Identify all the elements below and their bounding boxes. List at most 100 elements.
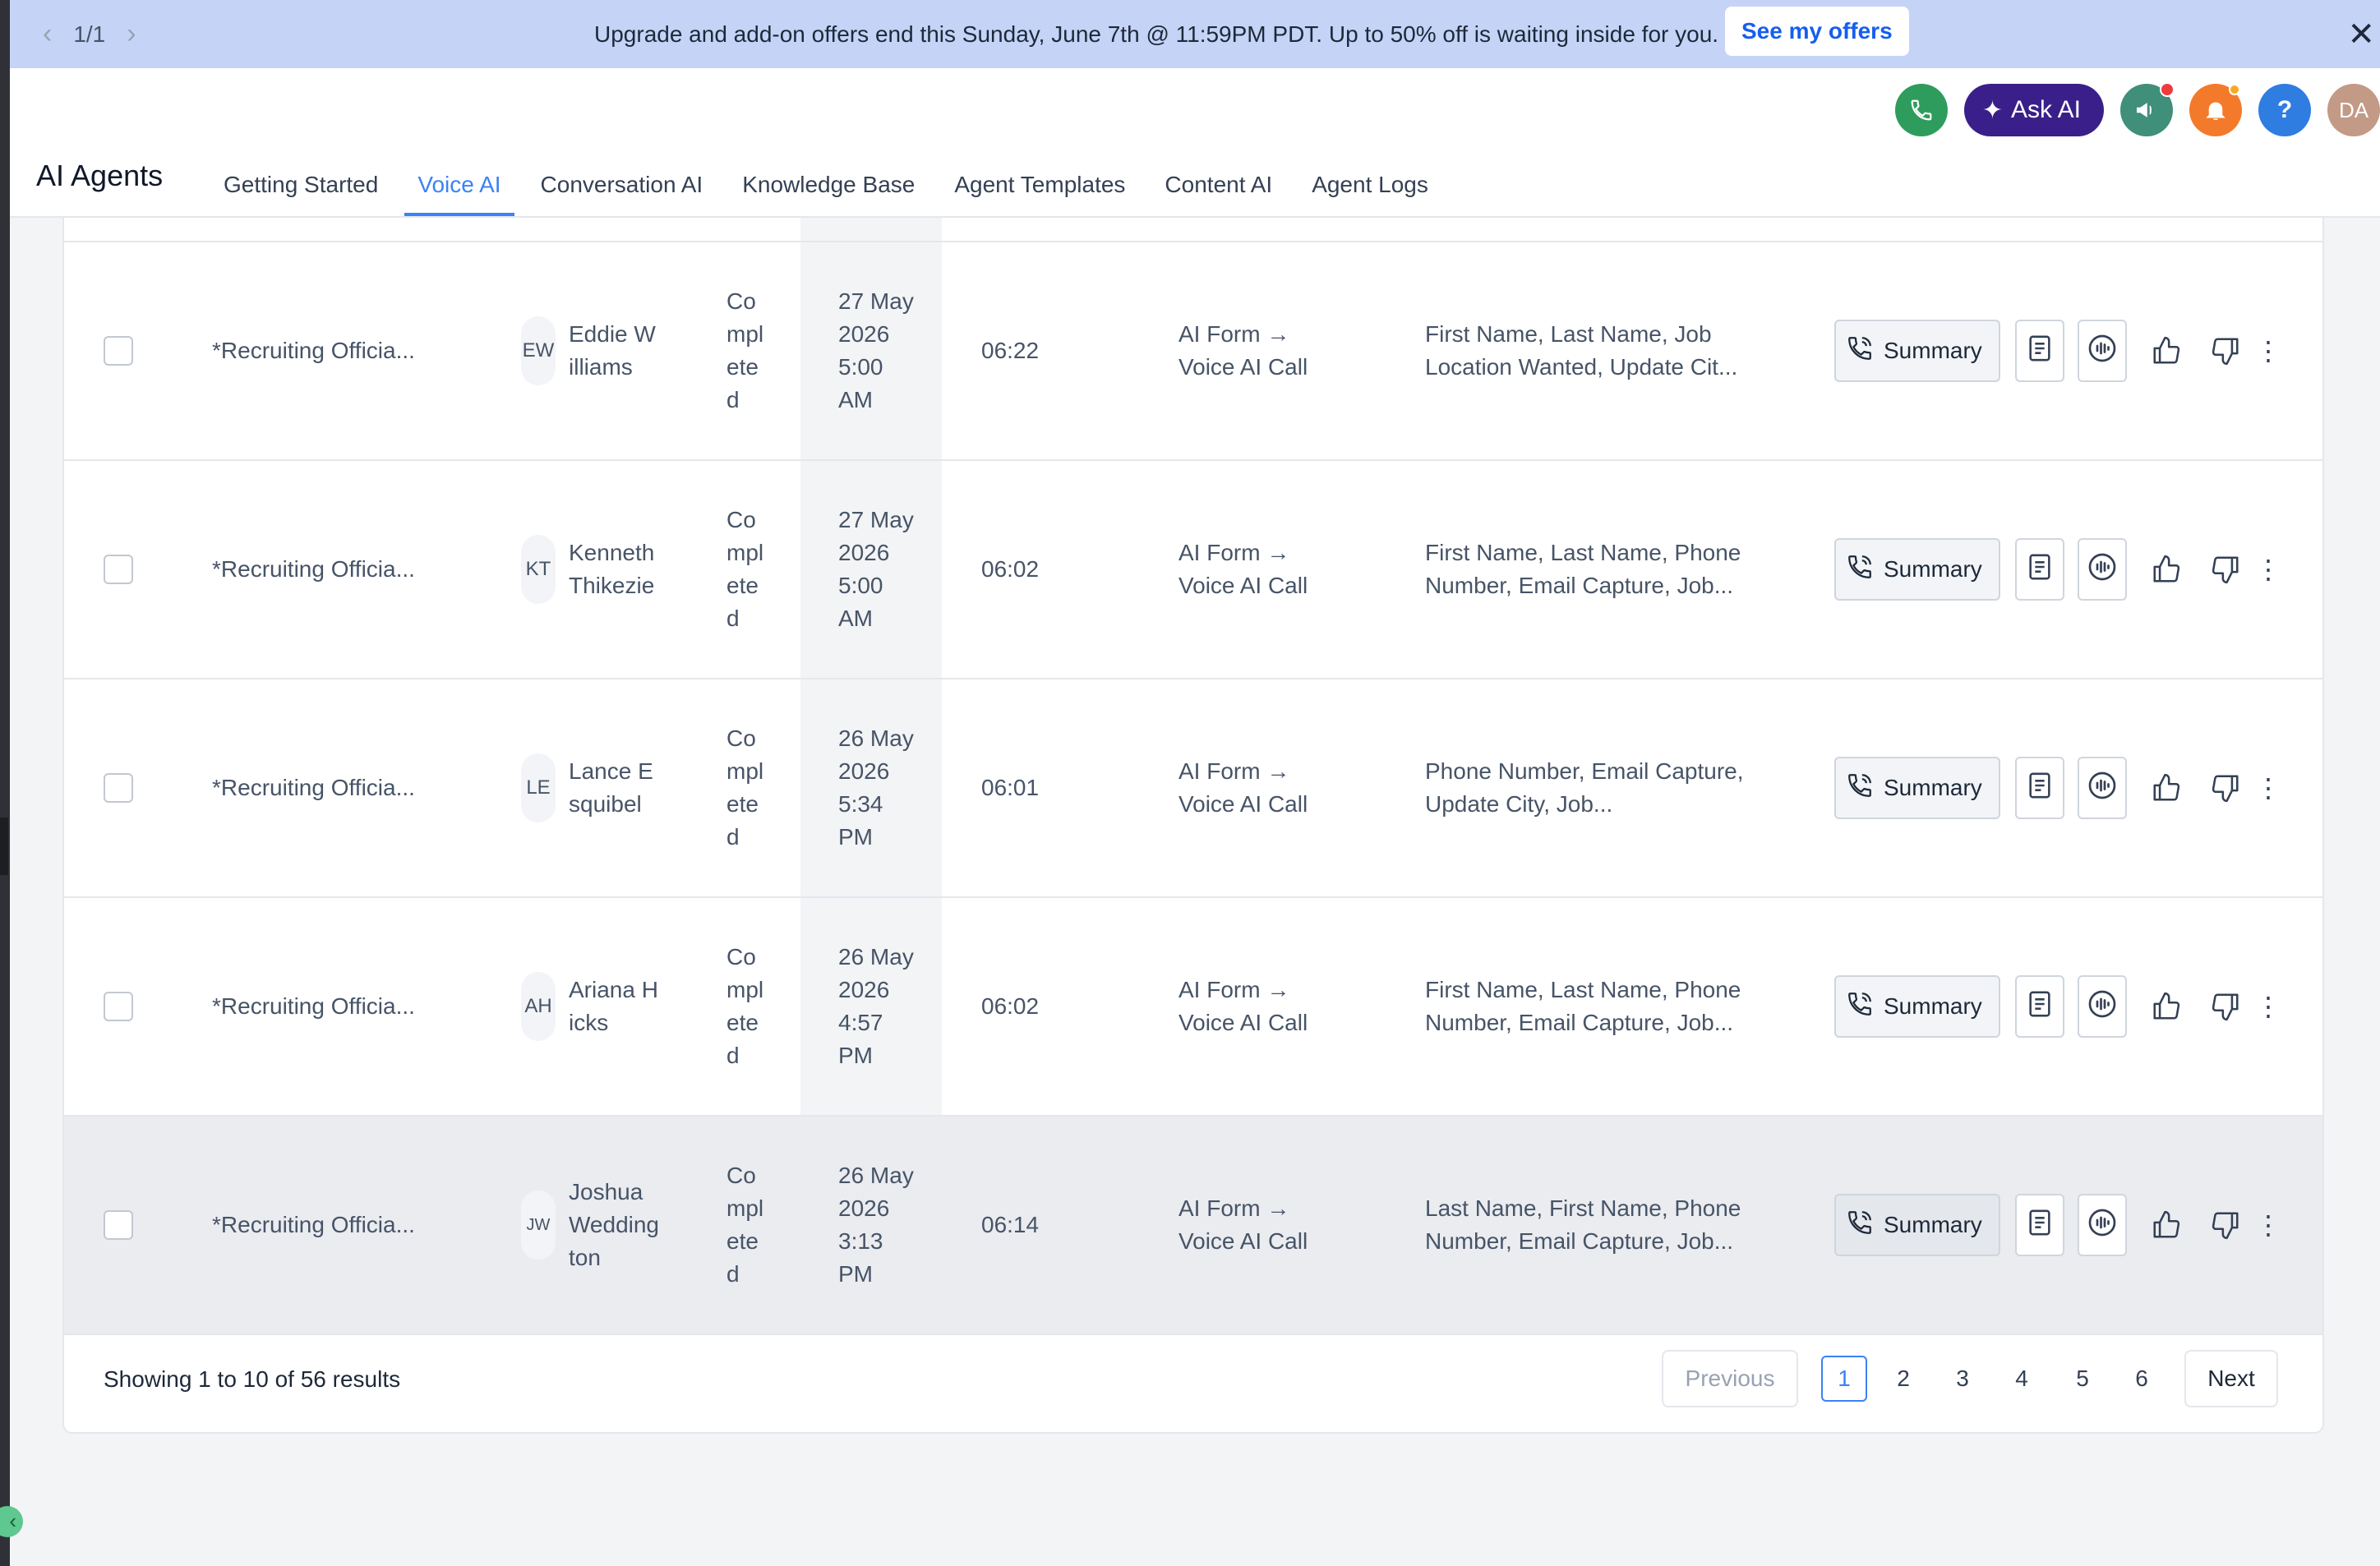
more-options-icon[interactable]: ⋮ — [2255, 338, 2281, 364]
contact-name[interactable]: Joshua Weddington — [569, 1176, 659, 1274]
summary-label: Summary — [1884, 993, 1982, 1019]
left-sidebar-strip — [0, 0, 10, 1566]
thumbs-down-icon[interactable] — [2207, 333, 2244, 369]
summary-button[interactable]: Summary — [1834, 320, 2000, 382]
transcript-button[interactable] — [2015, 538, 2064, 601]
chevron-right-icon[interactable]: › — [127, 18, 136, 50]
contact-avatar: AH — [521, 972, 556, 1041]
summary-button[interactable]: Summary — [1834, 1194, 2000, 1256]
call-duration: 06:01 — [981, 775, 1040, 800]
summary-button[interactable]: Summary — [1834, 538, 2000, 601]
page-6-button[interactable]: 6 — [2119, 1356, 2165, 1402]
tab-getting-started[interactable]: Getting Started — [210, 150, 391, 216]
contact-avatar: KT — [521, 535, 556, 604]
contact-name[interactable]: Ariana Hicks — [569, 974, 659, 1039]
recording-button[interactable] — [2078, 757, 2127, 819]
more-options-icon[interactable]: ⋮ — [2255, 993, 2281, 1020]
ask-ai-label: Ask AI — [2010, 96, 2081, 123]
more-options-icon[interactable]: ⋮ — [2255, 775, 2281, 801]
call-date: 26 May 2026 5:34 PM — [838, 725, 914, 850]
thumbs-down-icon[interactable] — [2207, 551, 2244, 587]
call-status: Completed — [726, 944, 764, 1068]
row-checkbox[interactable] — [104, 1210, 133, 1240]
summary-label: Summary — [1884, 556, 1982, 582]
nav-tabs: Getting Started Voice AI Conversation AI… — [210, 150, 1455, 216]
table-row[interactable]: *Recruiting Officia... KT Kenneth Thikez… — [64, 461, 2322, 679]
tab-conversation-ai[interactable]: Conversation AI — [528, 150, 717, 216]
table-row[interactable]: *Recruiting Officia... JW Joshua Wedding… — [64, 1117, 2322, 1335]
date-column-band — [800, 218, 942, 241]
recording-button[interactable] — [2078, 1194, 2127, 1256]
contact-name[interactable]: Kenneth Thikezie — [569, 537, 659, 602]
recording-button[interactable] — [2078, 975, 2127, 1038]
more-options-icon[interactable]: ⋮ — [2255, 1212, 2281, 1238]
tab-content-ai[interactable]: Content AI — [1151, 150, 1285, 216]
transcript-button[interactable] — [2015, 975, 2064, 1038]
thumbs-up-icon[interactable] — [2148, 1207, 2184, 1243]
row-checkbox[interactable] — [104, 992, 133, 1021]
ask-ai-button[interactable]: ✦ Ask AI — [1963, 84, 2104, 136]
agent-name: *Recruiting Officia... — [212, 556, 415, 582]
promo-banner: ‹ 1/1 › Upgrade and add-on offers end th… — [10, 0, 2380, 68]
summary-button[interactable]: Summary — [1834, 975, 2000, 1038]
phone-call-icon — [1846, 990, 1874, 1024]
thumbs-down-icon[interactable] — [2207, 988, 2244, 1025]
help-icon[interactable]: ? — [2258, 84, 2311, 136]
bell-icon[interactable] — [2189, 84, 2242, 136]
table-row[interactable]: *Recruiting Officia... EW Eddie Williams… — [64, 242, 2322, 461]
megaphone-icon[interactable] — [2120, 82, 2175, 136]
audio-wave-icon — [2087, 989, 2117, 1025]
transcript-button[interactable] — [2015, 757, 2064, 819]
sidebar-handle[interactable] — [0, 818, 8, 875]
summary-label: Summary — [1884, 775, 1982, 800]
table-row[interactable]: *Recruiting Officia... AH Ariana Hicks C… — [64, 898, 2322, 1117]
thumbs-down-icon[interactable] — [2207, 1207, 2244, 1243]
next-page-button[interactable]: Next — [2184, 1350, 2278, 1407]
results-count: Showing 1 to 10 of 56 results — [104, 1366, 401, 1392]
recording-button[interactable] — [2078, 538, 2127, 601]
more-options-icon[interactable]: ⋮ — [2255, 556, 2281, 583]
chevron-left-icon[interactable]: ‹ — [43, 18, 52, 50]
page-3-button[interactable]: 3 — [1940, 1356, 1986, 1402]
page-5-button[interactable]: 5 — [2059, 1356, 2106, 1402]
contact-name[interactable]: Lance Esquibel — [569, 755, 659, 821]
thumbs-up-icon[interactable] — [2148, 988, 2184, 1025]
tab-voice-ai[interactable]: Voice AI — [404, 150, 514, 216]
row-checkbox[interactable] — [104, 336, 133, 366]
tab-knowledge-base[interactable]: Knowledge Base — [729, 150, 928, 216]
summary-button[interactable]: Summary — [1834, 757, 2000, 819]
phone-icon[interactable] — [1894, 84, 1948, 136]
row-checkbox[interactable] — [104, 555, 133, 584]
call-duration: 06:02 — [981, 556, 1040, 582]
tab-agent-templates[interactable]: Agent Templates — [941, 150, 1138, 216]
table-row[interactable]: *Recruiting Officia... LE Lance Esquibel… — [64, 679, 2322, 898]
notification-dot — [2160, 82, 2175, 97]
thumbs-up-icon[interactable] — [2148, 333, 2184, 369]
page-1-button[interactable]: 1 — [1821, 1356, 1867, 1402]
previous-page-button[interactable]: Previous — [1662, 1350, 1798, 1407]
transcript-button[interactable] — [2015, 320, 2064, 382]
thumbs-up-icon[interactable] — [2148, 551, 2184, 587]
tab-agent-logs[interactable]: Agent Logs — [1298, 150, 1441, 216]
call-status: Completed — [726, 507, 764, 631]
agent-name: *Recruiting Officia... — [212, 775, 415, 800]
collapse-sidebar-icon[interactable]: ‹ — [0, 1506, 23, 1537]
call-date: 26 May 2026 4:57 PM — [838, 944, 914, 1068]
page-2-button[interactable]: 2 — [1880, 1356, 1926, 1402]
thumbs-up-icon[interactable] — [2148, 770, 2184, 806]
phone-call-icon — [1846, 771, 1874, 805]
user-avatar[interactable]: DA — [2327, 84, 2380, 136]
close-icon[interactable]: ✕ — [2347, 16, 2375, 53]
row-checkbox[interactable] — [104, 773, 133, 803]
recording-button[interactable] — [2078, 320, 2127, 382]
call-status: Completed — [726, 288, 764, 412]
contact-name[interactable]: Eddie Williams — [569, 318, 659, 384]
page-4-button[interactable]: 4 — [1999, 1356, 2045, 1402]
banner-message: Upgrade and add-on offers end this Sunda… — [594, 21, 1719, 47]
action-trigger: AI Form → Voice AI Call — [1178, 540, 1308, 598]
transcript-button[interactable] — [2015, 1194, 2064, 1256]
collected-fields: First Name, Last Name, Job Location Want… — [1425, 321, 1738, 380]
action-trigger: AI Form → Voice AI Call — [1178, 1195, 1308, 1254]
see-offers-button[interactable]: See my offers — [1725, 7, 1909, 56]
thumbs-down-icon[interactable] — [2207, 770, 2244, 806]
